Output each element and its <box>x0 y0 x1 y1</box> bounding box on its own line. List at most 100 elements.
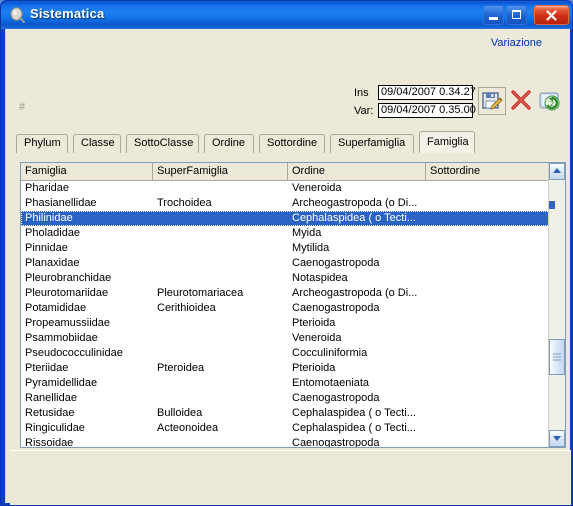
insert-date-value: 09/04/2007 0.34.27 <box>378 85 476 100</box>
chevron-down-icon <box>553 436 561 441</box>
table-row[interactable]: Rissoidae Caenogastropoda <box>21 436 550 447</box>
cell-famiglia: Rissoidae <box>25 437 74 447</box>
cell-ordine: Veneroida <box>292 182 342 194</box>
table-row[interactable]: Pinnidae Mytilida <box>21 241 550 256</box>
cell-famiglia: Propeamussiidae <box>25 317 110 329</box>
tab-strip: Phylum Classe SottoClasse Ordine Sottordine S… <box>16 131 564 153</box>
table-row[interactable]: Planaxidae Caenogastropoda <box>21 256 550 271</box>
insert-date-label: Ins <box>354 87 369 99</box>
variazione-label: Variazione <box>490 37 542 49</box>
scroll-position-marker <box>549 201 555 209</box>
scroll-down-button[interactable] <box>549 430 565 447</box>
cell-famiglia: Philinidae <box>25 212 73 224</box>
table-row[interactable]: Pleurobranchidae Notaspidea <box>21 271 550 286</box>
tab-label: Ordine <box>212 137 246 149</box>
table-row[interactable]: Ranellidae Caenogastropoda <box>21 391 550 406</box>
column-header-famiglia[interactable]: Famiglia <box>21 163 153 180</box>
tab-label: Famiglia <box>427 136 469 148</box>
cell-ordine: Cephalaspidea ( o Tecti... <box>292 212 416 224</box>
cell-superfamiglia: Trochoidea <box>157 197 212 209</box>
tab-label: Phylum <box>24 137 61 149</box>
cell-famiglia: Pinnidae <box>25 242 68 254</box>
cell-superfamiglia: Bulloidea <box>157 407 203 419</box>
cell-famiglia: Pteriidae <box>25 362 69 374</box>
cell-superfamiglia: Pteroidea <box>157 362 205 374</box>
cell-ordine: Myida <box>292 227 322 239</box>
table-row[interactable]: Psammobiidae Veneroida <box>21 331 550 346</box>
cell-ordine: Cocculiniformia <box>292 347 368 359</box>
tab-label: Superfamiglia <box>338 137 406 149</box>
table-row[interactable]: Phasianellidae Trochoidea Archeogastropoda… <box>21 196 550 211</box>
table-row[interactable]: Pharidae Veneroida <box>21 181 550 196</box>
tab-ordine[interactable]: Ordine <box>204 134 254 153</box>
cell-ordine: Archeogastropoda (o Di... <box>292 287 418 299</box>
record-marker: # <box>19 101 26 113</box>
cell-famiglia: Phasianellidae <box>25 197 97 209</box>
cell-famiglia: Pyramidellidae <box>25 377 98 389</box>
refresh-button[interactable]: 2 <box>536 87 564 115</box>
table-row[interactable]: Ringiculidae Acteonoidea Cephalaspidea ( o… <box>21 421 550 436</box>
cell-ordine: Cephalaspidea ( o Tecti... <box>292 422 416 434</box>
cell-famiglia: Retusidae <box>25 407 75 419</box>
cell-famiglia: Pseudococculinidae <box>25 347 123 359</box>
variation-date-label: Var: <box>354 105 374 117</box>
maximize-icon <box>512 10 521 19</box>
tab-famiglia[interactable]: Famiglia <box>419 131 475 153</box>
tab-label: Sottordine <box>267 137 318 149</box>
minimize-button[interactable] <box>483 5 504 25</box>
save-button[interactable] <box>478 87 506 115</box>
cell-ordine: Entomotaeniata <box>292 377 370 389</box>
cell-ordine: Caenogastropoda <box>292 302 380 314</box>
records-list[interactable]: Famiglia SuperFamiglia Ordine Sottordine Ph… <box>20 162 566 448</box>
cell-famiglia: Ranellidae <box>25 392 77 404</box>
table-row[interactable]: Propeamussiidae Pterioida <box>21 316 550 331</box>
close-icon <box>546 10 557 21</box>
table-row[interactable]: Pseudococculinidae Cocculiniformia <box>21 346 550 361</box>
delete-button[interactable] <box>507 87 535 115</box>
minimize-icon <box>489 17 498 20</box>
column-header-ordine[interactable]: Ordine <box>288 163 426 180</box>
cell-ordine: Cephalaspidea ( o Tecti... <box>292 407 416 419</box>
table-row[interactable]: Pteriidae Pteroidea Pterioida <box>21 361 550 376</box>
cell-ordine: Mytilida <box>292 242 330 254</box>
title-bar[interactable]: Sistematica <box>1 1 572 29</box>
maximize-button[interactable] <box>506 5 527 25</box>
table-row[interactable]: Pyramidellidae Entomotaeniata <box>21 376 550 391</box>
tab-superfamiglia[interactable]: Superfamiglia <box>330 134 414 153</box>
column-header-superfamiglia[interactable]: SuperFamiglia <box>153 163 288 180</box>
table-row[interactable]: Philinidae Cephalaspidea ( o Tecti... <box>21 211 550 226</box>
scrollbar-thumb[interactable] <box>549 339 565 375</box>
cell-ordine: Veneroida <box>292 332 342 344</box>
tab-classe[interactable]: Classe <box>73 134 121 153</box>
scroll-up-button[interactable] <box>549 163 565 180</box>
cell-ordine: Pterioida <box>292 362 336 374</box>
table-row[interactable]: Pholadidae Myida <box>21 226 550 241</box>
cell-famiglia: Pholadidae <box>25 227 81 239</box>
tab-phylum[interactable]: Phylum <box>16 134 68 153</box>
table-row[interactable]: Potamididae Cerithioidea Caenogastropoda <box>21 301 550 316</box>
svg-text:2: 2 <box>550 100 554 108</box>
tab-sottoclasse[interactable]: SottoClasse <box>126 134 199 153</box>
detail-form: Famiglia Philinidae Autore Grey 1850 Sup… <box>10 450 571 505</box>
cell-superfamiglia: Acteonoidea <box>157 422 219 434</box>
tab-sottordine[interactable]: Sottordine <box>259 134 325 153</box>
vertical-scrollbar[interactable] <box>548 163 565 447</box>
cell-famiglia: Psammobiidae <box>25 332 98 344</box>
table-row[interactable]: Retusidae Bulloidea Cephalaspidea ( o Tect… <box>21 406 550 421</box>
list-header: Famiglia SuperFamiglia Ordine Sottordine <box>21 163 565 181</box>
close-button[interactable] <box>534 5 569 25</box>
tab-label: SottoClasse <box>134 137 194 149</box>
cell-ordine: Caenogastropoda <box>292 257 380 269</box>
cell-famiglia: Planaxidae <box>25 257 80 269</box>
cell-famiglia: Pleurotomariidae <box>25 287 109 299</box>
cell-famiglia: Potamididae <box>25 302 87 314</box>
tab-label: Classe <box>81 137 115 149</box>
column-header-sottordine[interactable]: Sottordine <box>426 163 550 180</box>
cell-ordine: Caenogastropoda <box>292 437 380 447</box>
table-row[interactable]: Pleurotomariidae Pleurotomariacea Archeoga… <box>21 286 550 301</box>
list-rows[interactable]: Pharidae Veneroida Phasianellidae Trochoide… <box>21 181 550 447</box>
cell-famiglia: Pharidae <box>25 182 70 194</box>
cell-superfamiglia: Pleurotomariacea <box>157 287 244 299</box>
cell-ordine: Archeogastropoda (o Di... <box>292 197 418 209</box>
window-title: Sistematica <box>30 6 105 21</box>
